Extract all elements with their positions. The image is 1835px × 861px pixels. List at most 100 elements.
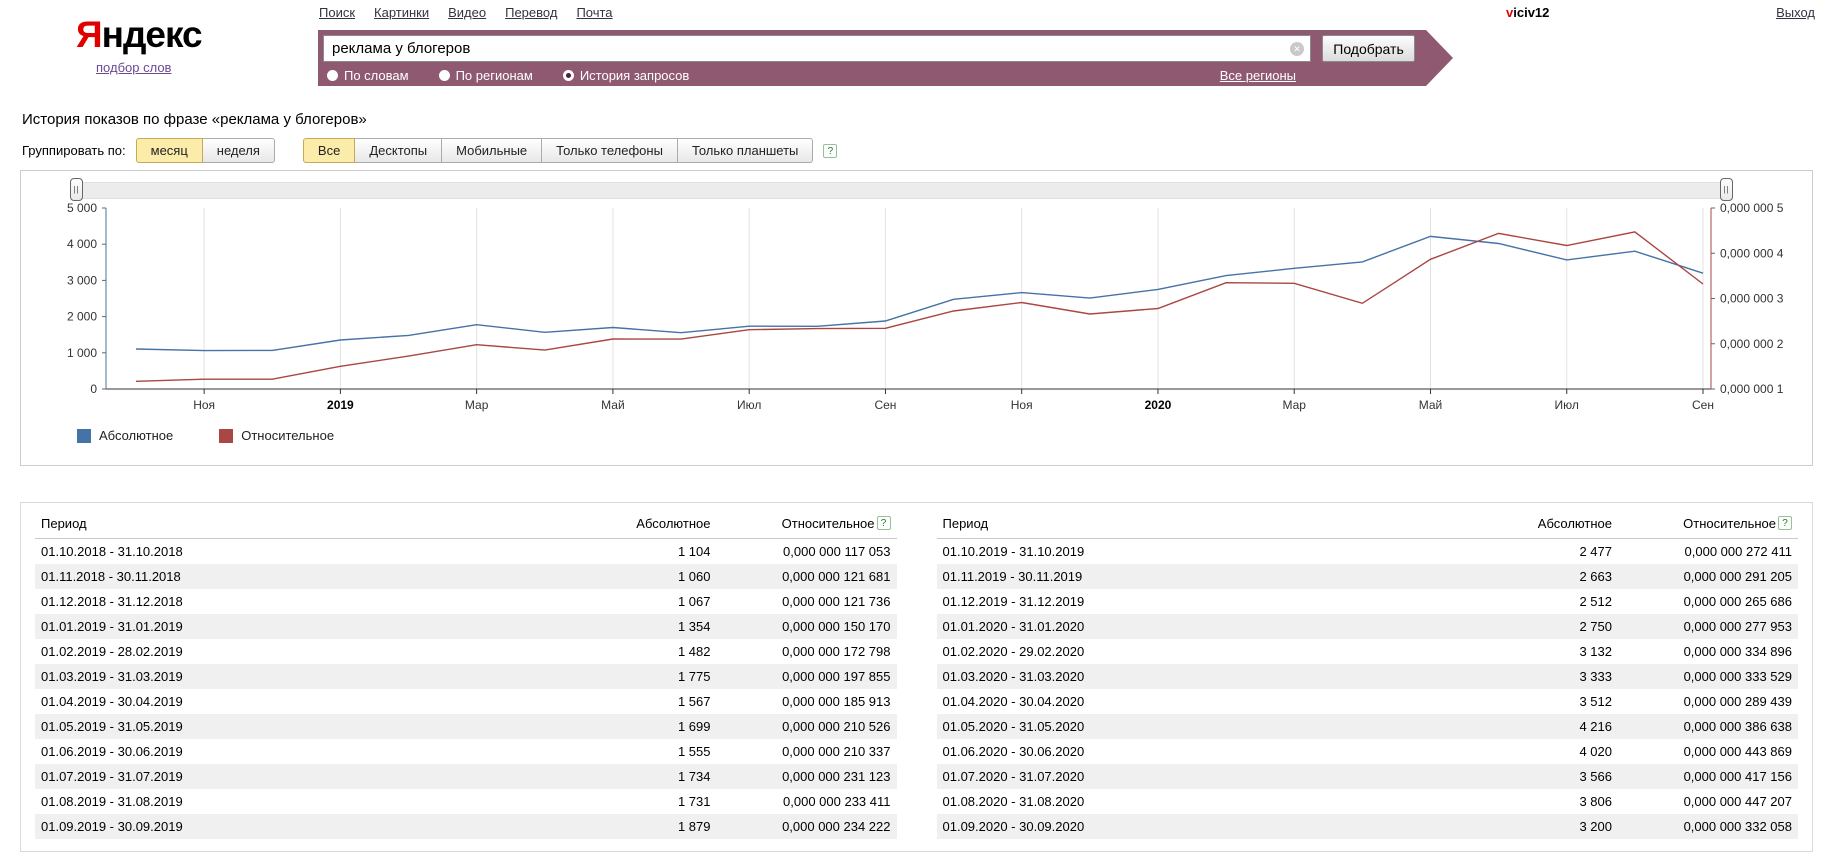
table-row: 01.08.2020 - 31.08.20203 8060,000 000 44… bbox=[937, 789, 1799, 814]
table-row: 01.10.2019 - 31.10.20192 4770,000 000 27… bbox=[937, 539, 1799, 565]
radio-checked-option[interactable]: История запросов bbox=[563, 68, 690, 83]
range-slider-track[interactable] bbox=[77, 182, 1726, 199]
radio-option[interactable]: По словам bbox=[327, 68, 409, 83]
absolute-cell: 2 663 bbox=[1473, 564, 1618, 589]
table-row: 01.05.2019 - 31.05.20191 6990,000 000 21… bbox=[35, 714, 897, 739]
period-cell: 01.02.2020 - 29.02.2020 bbox=[937, 639, 1474, 664]
svg-text:0,000 000 4: 0,000 000 4 bbox=[1720, 246, 1784, 260]
svg-text:1 000: 1 000 bbox=[67, 346, 97, 360]
absolute-cell: 1 734 bbox=[572, 764, 717, 789]
relative-cell: 0,000 000 443 869 bbox=[1618, 739, 1798, 764]
absolute-cell: 3 806 bbox=[1473, 789, 1618, 814]
absolute-cell: 1 104 bbox=[572, 539, 717, 565]
red-letter: Я bbox=[76, 14, 102, 55]
absolute-cell: 1 354 bbox=[572, 614, 717, 639]
wordstat-link[interactable]: подбор слов bbox=[96, 60, 171, 75]
svg-text:2020: 2020 bbox=[1145, 398, 1172, 412]
group-by-label: Группировать по: bbox=[22, 143, 126, 158]
relative-cell: 0,000 000 272 411 bbox=[1618, 539, 1798, 565]
absolute-cell: 3 566 bbox=[1473, 764, 1618, 789]
clear-input-icon[interactable]: ✕ bbox=[1290, 42, 1304, 56]
svg-text:Сен: Сен bbox=[1692, 398, 1714, 412]
table-row: 01.08.2019 - 31.08.20191 7310,000 000 23… bbox=[35, 789, 897, 814]
top-nav: Поиск Картинки Видео Перевод Почта bbox=[319, 5, 632, 20]
radio-label: По словам bbox=[344, 68, 409, 83]
table-row: 01.10.2018 - 31.10.20181 1040,000 000 11… bbox=[35, 539, 897, 565]
legend-item[interactable]: Относительное bbox=[219, 428, 334, 443]
absolute-cell: 1 060 bbox=[572, 564, 717, 589]
svg-text:0,000 000 3: 0,000 000 3 bbox=[1720, 292, 1784, 306]
svg-text:Май: Май bbox=[601, 398, 625, 412]
table-row: 01.09.2020 - 30.09.20203 2000,000 000 33… bbox=[937, 814, 1799, 839]
search-bar: ✕ Подобрать По словам По регионам История … bbox=[318, 30, 1426, 86]
group-by-buttons: месяцнеделя bbox=[136, 138, 275, 163]
relative-cell: 0,000 000 332 058 bbox=[1618, 814, 1798, 839]
svg-text:0,000 000 5: 0,000 000 5 bbox=[1720, 201, 1784, 215]
series-line-right bbox=[136, 232, 1703, 381]
period-cell: 01.10.2018 - 31.10.2018 bbox=[35, 539, 572, 565]
header: Яндекс подбор слов Поиск Картинки Видео Пер… bbox=[0, 0, 1835, 92]
relative-cell: 0,000 000 185 913 bbox=[717, 689, 897, 714]
series-line-left bbox=[136, 236, 1703, 350]
period-cell: 01.12.2018 - 31.12.2018 bbox=[35, 589, 572, 614]
group-by-месяц[interactable]: месяц bbox=[136, 138, 203, 163]
tab-десктопы[interactable]: Десктопы bbox=[355, 138, 442, 163]
logout-link[interactable]: Выход bbox=[1776, 5, 1815, 20]
search-mode-radios: По словам По регионам История запросов Все … bbox=[327, 68, 1416, 83]
nav-link-почта[interactable]: Почта bbox=[576, 5, 612, 20]
table-row: 01.03.2019 - 31.03.20191 7750,000 000 19… bbox=[35, 664, 897, 689]
relative-cell: 0,000 000 117 053 bbox=[717, 539, 897, 565]
table-row: 01.02.2019 - 28.02.20191 4820,000 000 17… bbox=[35, 639, 897, 664]
nav-link-видео[interactable]: Видео bbox=[448, 5, 486, 20]
relative-cell: 0,000 000 231 123 bbox=[717, 764, 897, 789]
table-row: 01.03.2020 - 31.03.20203 3330,000 000 33… bbox=[937, 664, 1799, 689]
legend-swatch-icon bbox=[219, 429, 233, 443]
legend-item[interactable]: Абсолютное bbox=[77, 428, 173, 443]
absolute-cell: 1 731 bbox=[572, 789, 717, 814]
period-cell: 01.08.2020 - 31.08.2020 bbox=[937, 789, 1474, 814]
tab-все[interactable]: Все bbox=[303, 138, 355, 163]
tab-только-планшеты[interactable]: Только планшеты bbox=[678, 138, 813, 163]
absolute-cell: 3 132 bbox=[1473, 639, 1618, 664]
svg-text:5 000: 5 000 bbox=[67, 201, 97, 215]
search-button[interactable]: Подобрать bbox=[1322, 35, 1415, 62]
nav-link-поиск[interactable]: Поиск bbox=[319, 5, 355, 20]
period-cell: 01.01.2020 - 31.01.2020 bbox=[937, 614, 1474, 639]
column-header: Период bbox=[35, 509, 572, 539]
all-regions-link[interactable]: Все регионы bbox=[1220, 68, 1296, 83]
help-icon[interactable]: ? bbox=[1778, 516, 1792, 530]
period-cell: 01.01.2019 - 31.01.2019 bbox=[35, 614, 572, 639]
help-icon[interactable]: ? bbox=[877, 516, 891, 530]
device-tabs: ВсеДесктопыМобильныеТолько телефоныТольк… bbox=[303, 138, 813, 163]
username[interactable]: viciv12 bbox=[1506, 5, 1549, 20]
range-slider-left-handle[interactable]: || bbox=[70, 178, 83, 201]
tab-только-телефоны[interactable]: Только телефоны bbox=[542, 138, 678, 163]
table-row: 01.06.2019 - 30.06.20191 5550,000 000 21… bbox=[35, 739, 897, 764]
table-row: 01.01.2020 - 31.01.20202 7500,000 000 27… bbox=[937, 614, 1799, 639]
period-cell: 01.03.2020 - 31.03.2020 bbox=[937, 664, 1474, 689]
search-input[interactable] bbox=[323, 35, 1311, 62]
relative-cell: 0,000 000 447 207 bbox=[1618, 789, 1798, 814]
period-cell: 01.09.2019 - 30.09.2019 bbox=[35, 814, 572, 839]
period-cell: 01.10.2019 - 31.10.2019 bbox=[937, 539, 1474, 565]
period-cell: 01.03.2019 - 31.03.2019 bbox=[35, 664, 572, 689]
relative-cell: 0,000 000 121 681 bbox=[717, 564, 897, 589]
tab-мобильные[interactable]: Мобильные bbox=[442, 138, 542, 163]
absolute-cell: 1 482 bbox=[572, 639, 717, 664]
absolute-cell: 1 067 bbox=[572, 589, 717, 614]
period-cell: 01.05.2019 - 31.05.2019 bbox=[35, 714, 572, 739]
nav-link-перевод[interactable]: Перевод bbox=[505, 5, 557, 20]
help-icon[interactable]: ? bbox=[823, 144, 837, 158]
yandex-logo[interactable]: Яндекс bbox=[76, 14, 202, 56]
radio-option[interactable]: По регионам bbox=[439, 68, 533, 83]
svg-text:0,000 000 1: 0,000 000 1 bbox=[1720, 382, 1784, 396]
nav-link-картинки[interactable]: Картинки bbox=[374, 5, 429, 20]
range-slider-right-handle[interactable]: || bbox=[1720, 178, 1733, 201]
table-row: 01.11.2018 - 30.11.20181 0600,000 000 12… bbox=[35, 564, 897, 589]
group-by-неделя[interactable]: неделя bbox=[203, 138, 275, 163]
period-cell: 01.11.2018 - 30.11.2018 bbox=[35, 564, 572, 589]
relative-cell: 0,000 000 210 526 bbox=[717, 714, 897, 739]
period-cell: 01.07.2019 - 31.07.2019 bbox=[35, 764, 572, 789]
absolute-cell: 1 567 bbox=[572, 689, 717, 714]
period-cell: 01.12.2019 - 31.12.2019 bbox=[937, 589, 1474, 614]
